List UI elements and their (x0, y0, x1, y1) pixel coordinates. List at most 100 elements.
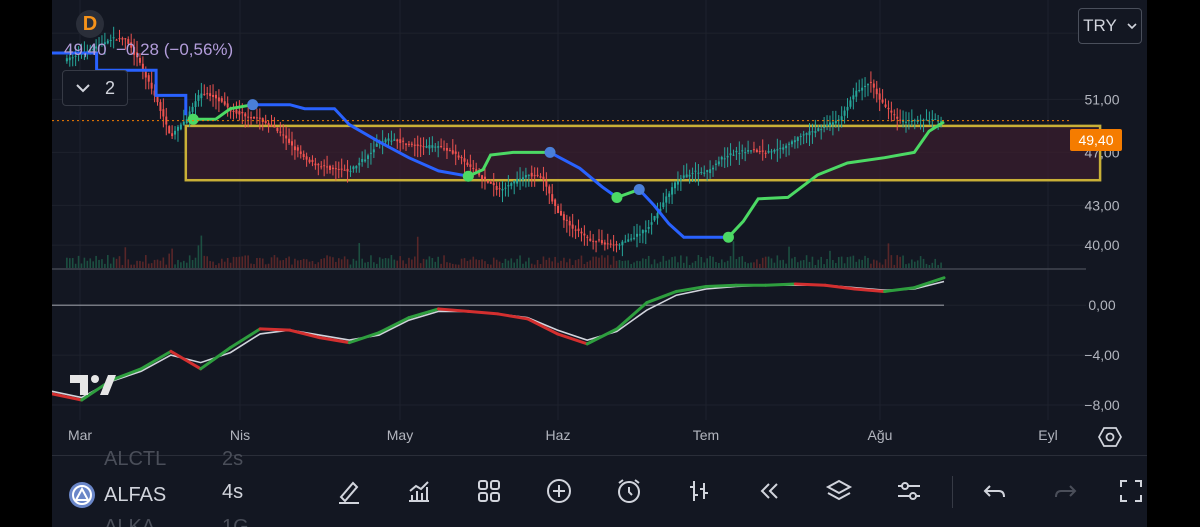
volume-bar (226, 257, 229, 268)
candle-body (241, 111, 244, 114)
volume-bar (364, 262, 366, 268)
candle-body (840, 116, 843, 121)
candle-body (735, 150, 738, 153)
volume-bar (232, 256, 235, 268)
volume-bar (671, 257, 673, 268)
symbol-logo-icon (69, 482, 95, 508)
volume-bar (346, 259, 349, 268)
timeframe-selector[interactable]: 4s (222, 481, 243, 504)
candle-body (223, 101, 226, 105)
fullscreen-button[interactable] (1114, 474, 1147, 508)
chart-settings-icon[interactable] (1098, 425, 1122, 449)
candle-body (483, 176, 486, 180)
candle-body (539, 176, 542, 178)
candle-body (744, 152, 747, 154)
candle-body (542, 176, 545, 181)
support-zone (184, 124, 1102, 182)
volume-bar (74, 263, 77, 268)
volume-bar (215, 264, 217, 268)
ghost-symbol-above: ALCTL (104, 448, 167, 470)
candle-body (586, 236, 589, 238)
candle-body (805, 133, 808, 135)
volume-bar (305, 259, 308, 268)
candle-body (372, 149, 375, 153)
alert-button[interactable] (612, 474, 646, 508)
candle-body (445, 147, 448, 151)
volume-bar (77, 255, 80, 268)
currency-selector[interactable]: TRY (1078, 8, 1142, 44)
candle-body (293, 146, 296, 151)
volume-bar (685, 256, 688, 268)
candle-body (182, 121, 185, 125)
candle-body (767, 150, 770, 153)
candle-body (779, 147, 782, 149)
volume-bar (422, 258, 425, 268)
volume-bar (808, 261, 811, 268)
volume-bar (171, 248, 173, 268)
candle-body (466, 162, 469, 166)
add-button[interactable] (542, 474, 576, 508)
last-price: 49,40 (64, 40, 107, 59)
volume-bar (744, 261, 746, 268)
settings-button[interactable] (892, 474, 926, 508)
bar-replay-button[interactable] (682, 474, 716, 508)
object-tree-button[interactable] (822, 474, 856, 508)
volume-bar (861, 259, 863, 268)
volume-bar (396, 260, 399, 268)
candle-body (826, 124, 829, 126)
candle-body (232, 110, 235, 113)
x-tick-label: Haz (546, 427, 571, 443)
volume-bar (460, 258, 463, 268)
volume-bar (864, 255, 866, 268)
volume-bar (913, 261, 916, 268)
candle-body (516, 178, 519, 184)
volume-bar (118, 256, 121, 268)
redo-button[interactable] (1048, 474, 1082, 508)
volume-bar (916, 260, 919, 268)
candle-body (723, 158, 726, 160)
volume-bar (218, 263, 220, 268)
volume-bar (539, 264, 542, 268)
candle-body (191, 106, 194, 112)
volume-bar (919, 256, 922, 268)
macd-segment (704, 283, 738, 288)
volume-bar (867, 257, 869, 268)
volume-bar (799, 260, 802, 268)
candle-body (603, 242, 606, 245)
chart-canvas[interactable]: 56,0051,0047,0043,0040,00 0,00−4,00−8,00… (52, 0, 1147, 455)
indicators-button[interactable] (402, 474, 436, 508)
volume-bar (802, 260, 805, 268)
volume-bar (454, 264, 457, 268)
volume-bar (66, 257, 68, 268)
rewind-button[interactable] (752, 474, 786, 508)
volume-bar (221, 258, 223, 268)
price-axis-label: 40,00 (1084, 237, 1119, 253)
collapse-indicators-button[interactable]: 2 (62, 70, 128, 106)
volume-bar (756, 259, 758, 268)
volume-bar (794, 256, 796, 268)
volume-bar (694, 261, 697, 268)
symbol-selector[interactable]: ALFAS (68, 481, 166, 509)
volume-bar (335, 261, 337, 268)
volume-bar (101, 259, 103, 268)
volume-bar (162, 257, 165, 268)
drawing-tool-button[interactable] (332, 474, 366, 508)
volume-bar (282, 260, 285, 268)
volume-bar (852, 255, 855, 268)
candle-body (776, 149, 779, 151)
macd-segment (258, 327, 292, 332)
candle-body (875, 88, 878, 95)
volume-bar (370, 255, 372, 268)
data-source-badge[interactable]: D (76, 10, 104, 38)
volume-bar (425, 259, 428, 268)
candle-body (384, 139, 387, 143)
candle-body (270, 125, 273, 127)
candle-body (764, 152, 767, 154)
volume-bar (329, 256, 331, 268)
volume-bar (887, 243, 890, 268)
undo-button[interactable] (978, 474, 1012, 508)
oscillator-axis-label: −8,00 (1084, 397, 1120, 413)
volume-bar (188, 255, 191, 268)
volume-bar (180, 262, 182, 268)
layout-button[interactable] (472, 474, 506, 508)
